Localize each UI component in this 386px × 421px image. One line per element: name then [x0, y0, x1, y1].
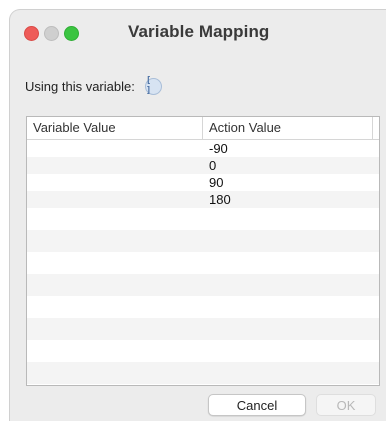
variable-value-cell[interactable] — [27, 140, 203, 157]
variable-row: Using this variable: [ ] — [25, 76, 162, 96]
variable-label: Using this variable: — [25, 78, 135, 94]
variable-value-cell[interactable] — [27, 191, 203, 208]
table-row[interactable]: 90 — [27, 174, 379, 191]
table-row-empty[interactable] — [27, 252, 379, 274]
table-body: -90 0 90 180 — [27, 140, 379, 385]
action-value-cell[interactable]: -90 — [203, 140, 373, 157]
ok-button[interactable]: OK — [316, 394, 376, 416]
window-title: Variable Mapping — [128, 22, 270, 41]
action-value-cell[interactable]: 180 — [203, 191, 373, 208]
table-row-empty[interactable] — [27, 296, 379, 318]
close-window-button[interactable] — [24, 26, 39, 41]
mapping-table: Variable Value Action Value -90 0 90 180 — [26, 116, 380, 386]
action-value-cell[interactable]: 0 — [203, 157, 373, 174]
variable-value-cell[interactable] — [27, 157, 203, 174]
title-bar[interactable]: Variable Mapping — [10, 10, 386, 56]
table-row-empty[interactable] — [27, 230, 379, 252]
table-row[interactable]: 180 — [27, 191, 379, 208]
table-row-empty[interactable] — [27, 208, 379, 230]
table-row[interactable]: -90 — [27, 140, 379, 157]
minimize-window-button[interactable] — [44, 26, 59, 41]
table-row[interactable]: 0 — [27, 157, 379, 174]
zoom-window-button[interactable] — [64, 26, 79, 41]
table-row-empty[interactable] — [27, 274, 379, 296]
variable-placeholder-icon[interactable]: [ ] — [144, 76, 162, 96]
action-value-cell[interactable]: 90 — [203, 174, 373, 191]
table-header: Variable Value Action Value — [27, 117, 379, 140]
table-row-empty[interactable] — [27, 384, 379, 385]
variable-mapping-window: Variable Mapping Using this variable: [ … — [10, 10, 386, 421]
column-header-variable-value[interactable]: Variable Value — [27, 117, 203, 139]
table-row-empty[interactable] — [27, 318, 379, 340]
table-row-empty[interactable] — [27, 362, 379, 384]
variable-value-cell[interactable] — [27, 174, 203, 191]
table-row-empty[interactable] — [27, 340, 379, 362]
cancel-button[interactable]: Cancel — [208, 394, 306, 416]
column-header-action-value[interactable]: Action Value — [203, 117, 373, 139]
